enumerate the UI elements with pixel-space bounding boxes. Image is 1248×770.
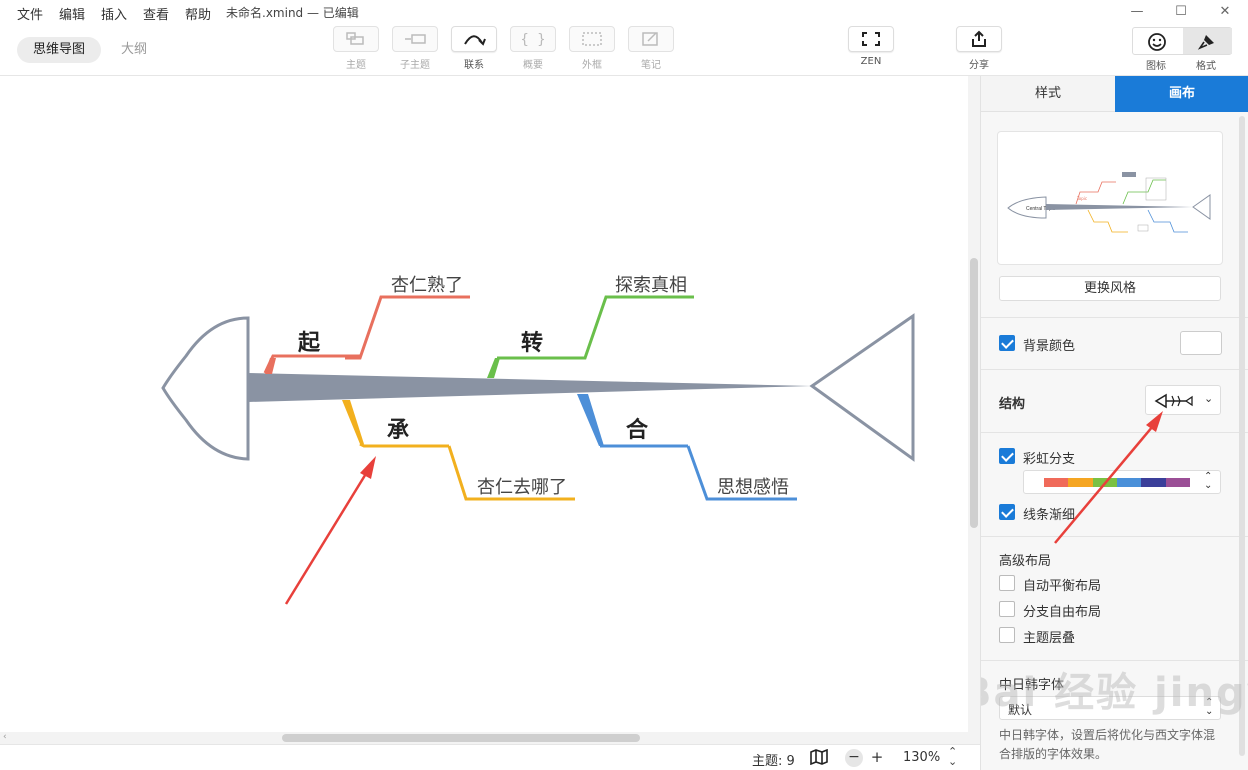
- share-button[interactable]: 分享: [956, 26, 1002, 71]
- branch-2-wedge: [342, 400, 364, 444]
- format-label: 格式: [1196, 61, 1216, 72]
- topic-label: 主题: [346, 60, 366, 71]
- vertical-scrollbar[interactable]: [968, 76, 980, 744]
- annotation-arrow-panel: [1054, 411, 1163, 544]
- close-button[interactable]: ✕: [1214, 2, 1236, 22]
- zoom-out-button[interactable]: −: [845, 749, 863, 767]
- tab-outline[interactable]: 大纲: [105, 37, 163, 63]
- subtopic-1[interactable]: 杏仁熟了: [391, 275, 463, 296]
- annotation-arrow-canvas: [284, 456, 376, 605]
- menu-edit[interactable]: 编辑: [59, 4, 85, 23]
- fish-spine: [248, 373, 812, 402]
- menu-bar: 文件 编辑 插入 查看 帮助 未命名.xmind — 已编辑 — ☐ ✕: [0, 0, 1248, 24]
- horizontal-scroll-thumb[interactable]: [282, 734, 640, 742]
- subtopic-icon: [392, 26, 438, 52]
- notes-label: 笔记: [641, 60, 661, 71]
- relationship-icon: [451, 26, 497, 52]
- subtopic-button[interactable]: 子主题: [392, 26, 438, 71]
- menu-file[interactable]: 文件: [17, 4, 43, 23]
- summary-icon: { }: [510, 26, 556, 52]
- mindmap-canvas[interactable]: 起 承 转 合 杏仁熟了 杏仁去哪了 探索真相 思想感悟: [0, 76, 968, 742]
- icons-label: 图标: [1146, 61, 1166, 72]
- map-icon[interactable]: [810, 748, 828, 769]
- boundary-button[interactable]: 外框: [569, 26, 615, 71]
- menu-view[interactable]: 查看: [143, 4, 169, 23]
- horizontal-scrollbar[interactable]: ‹: [0, 732, 968, 744]
- notes-icon: [628, 26, 674, 52]
- format-panel: 样式 画布 Central Topic Topic 更换风格 背景颜色 结构 ⌄…: [980, 76, 1248, 770]
- branch-4-wedge: [577, 394, 604, 446]
- subtopic-4[interactable]: 思想感悟: [717, 477, 789, 498]
- topic-zhuan[interactable]: 转: [521, 330, 543, 356]
- topic-button[interactable]: 主题: [333, 26, 379, 71]
- topic-icon: [333, 26, 379, 52]
- notes-button[interactable]: 笔记: [628, 26, 674, 71]
- zen-button[interactable]: ZEN: [848, 26, 894, 67]
- zoom-level[interactable]: 130%: [903, 750, 940, 765]
- toolbar: 思维导图 大纲 主题 子主题 联系 { } 概要 外框 笔记: [0, 24, 1248, 76]
- branch-3-sub: [568, 295, 694, 360]
- menu-insert[interactable]: 插入: [101, 4, 127, 23]
- relationship-label: 联系: [464, 60, 484, 71]
- zoom-stepper-icon[interactable]: ⌃ ⌄: [948, 746, 957, 767]
- panel-switcher: [1132, 27, 1232, 55]
- scroll-left-arrow-icon[interactable]: ‹: [3, 732, 7, 742]
- boundary-icon: [569, 26, 615, 52]
- topic-cheng[interactable]: 承: [387, 418, 409, 443]
- topic-he[interactable]: 合: [626, 417, 649, 443]
- maximize-button[interactable]: ☐: [1170, 2, 1192, 22]
- window-title: 未命名.xmind — 已编辑: [226, 6, 359, 20]
- summary-label: 概要: [523, 60, 543, 71]
- tab-mindmap[interactable]: 思维导图: [17, 37, 102, 63]
- branch-2-bone: [359, 442, 449, 448]
- subtopic-2[interactable]: 杏仁去哪了: [477, 477, 567, 498]
- fish-head: [161, 316, 250, 461]
- zoom-in-button[interactable]: +: [868, 749, 886, 767]
- share-icon: [956, 26, 1002, 52]
- zen-label: ZEN: [860, 56, 882, 67]
- status-bar: 主题: 9 − + 130% ⌃ ⌄: [0, 744, 980, 770]
- smiley-icon[interactable]: [1147, 32, 1167, 56]
- minimize-button[interactable]: —: [1126, 2, 1148, 22]
- topic-qi[interactable]: 起: [297, 331, 321, 356]
- vertical-scroll-thumb[interactable]: [970, 258, 978, 528]
- branch-3-wedge: [487, 358, 500, 378]
- subtopic-3[interactable]: 探索真相: [615, 275, 687, 296]
- fishbone-diagram: 起 承 转 合 杏仁熟了 杏仁去哪了 探索真相 思想感悟: [161, 275, 915, 605]
- topic-count: 主题: 9: [752, 754, 795, 769]
- subtopic-label: 子主题: [400, 60, 430, 71]
- branch-1-sub: [345, 295, 470, 360]
- fullscreen-icon: [848, 26, 894, 52]
- format-brush-icon[interactable]: [1197, 32, 1217, 56]
- boundary-label: 外框: [582, 60, 602, 71]
- fish-tail: [809, 313, 915, 462]
- svg-text:{ }: { }: [522, 32, 544, 47]
- menu-help[interactable]: 帮助: [185, 4, 211, 23]
- summary-button[interactable]: { } 概要: [510, 26, 556, 71]
- share-label: 分享: [969, 60, 989, 71]
- relationship-button[interactable]: 联系: [451, 26, 497, 71]
